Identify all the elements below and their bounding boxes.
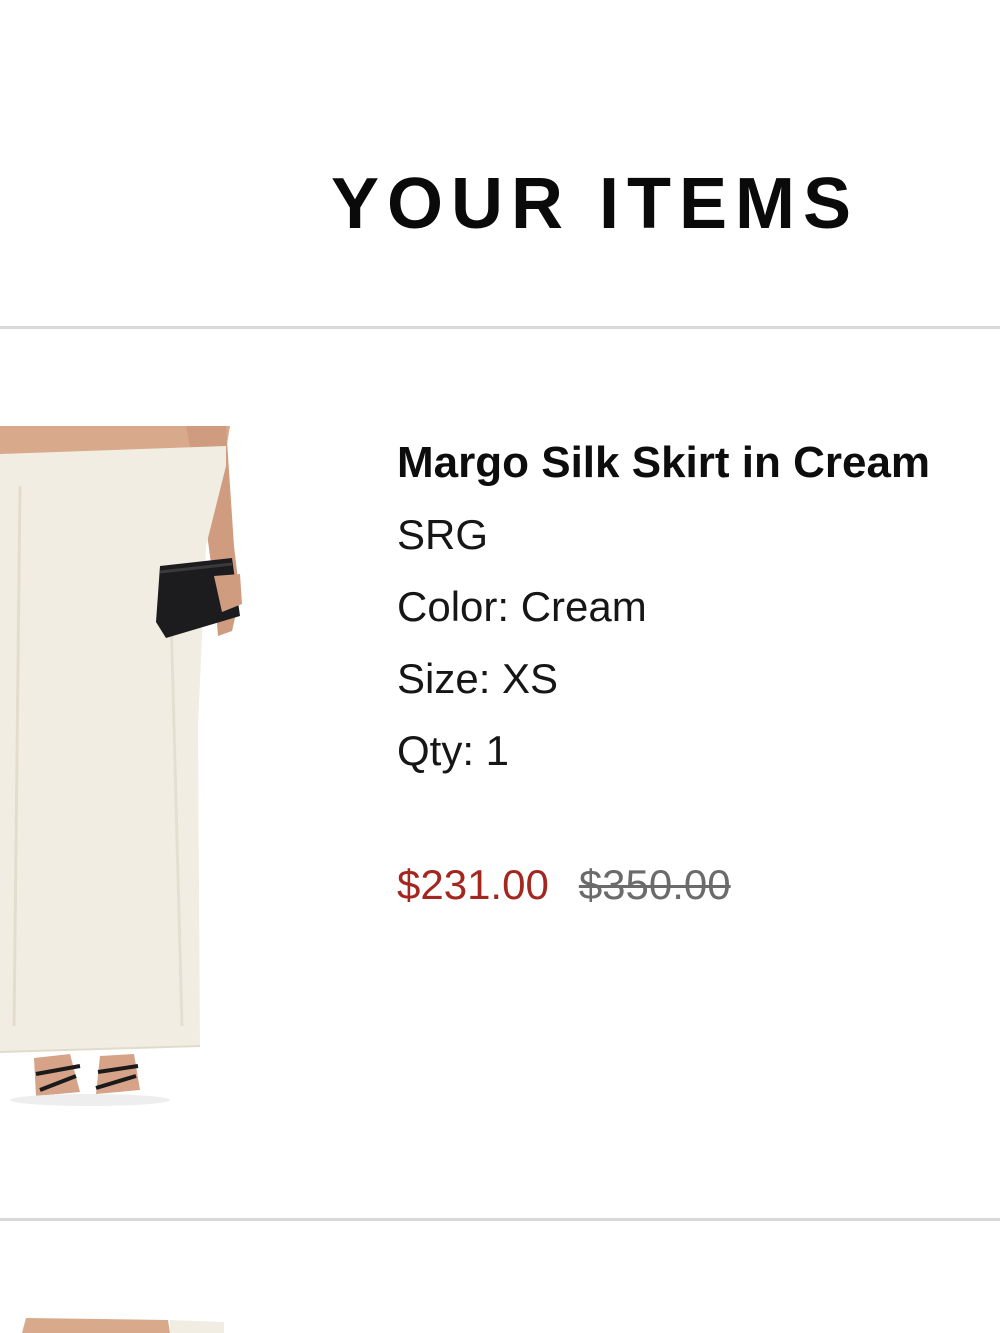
original-price: $350.00 bbox=[578, 861, 731, 908]
product-color: Color: Cream bbox=[397, 583, 647, 630]
section-divider bbox=[0, 1218, 1000, 1221]
next-product-image[interactable] bbox=[0, 1318, 230, 1333]
cart-items-page: YOUR ITEMS Margo Silk Skirt in Cream SRG… bbox=[0, 0, 1000, 1333]
cart-item-details: Margo Silk Skirt in Cream SRG Color: Cre… bbox=[397, 436, 1000, 910]
product-quantity: Qty: 1 bbox=[397, 727, 510, 774]
product-image[interactable] bbox=[0, 426, 290, 1106]
product-size: Size: XS bbox=[397, 655, 559, 702]
section-divider bbox=[0, 326, 1000, 329]
price-row: $231.00 $350.00 bbox=[397, 860, 1000, 910]
product-brand: SRG bbox=[397, 511, 489, 558]
page-title: YOUR ITEMS bbox=[330, 164, 860, 244]
product-name-link[interactable]: Margo Silk Skirt in Cream bbox=[397, 436, 1000, 490]
sale-price: $231.00 bbox=[397, 861, 549, 908]
